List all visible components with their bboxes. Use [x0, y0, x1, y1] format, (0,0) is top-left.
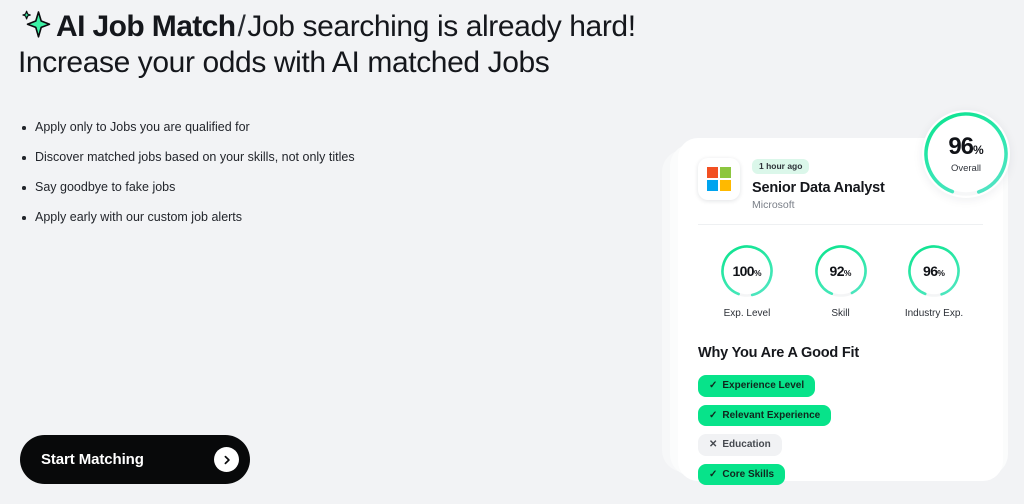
fit-chip-label: Experience Level — [722, 380, 805, 391]
check-icon: ✓ — [709, 468, 718, 480]
score-label: Industry Exp. — [904, 308, 964, 319]
score-value: 92% — [829, 263, 852, 279]
progress-ring-icon: 96% — [906, 243, 962, 299]
score-value: 96% — [923, 263, 945, 279]
fit-chip-label: Relevant Experience — [722, 409, 821, 421]
title-separator: / — [237, 10, 246, 43]
card-divider — [698, 224, 983, 225]
posted-time-badge: 1 hour ago — [752, 159, 810, 174]
bullet-dot-icon — [22, 186, 26, 190]
good-fit-chip-list: ✓ Experience Level ✓ Relevant Experience… — [698, 375, 983, 485]
score-ring-industry-exp: 96% Industry Exp. — [891, 243, 977, 319]
score-label: Exp. Level — [723, 308, 771, 319]
progress-ring-icon: 100% — [719, 243, 775, 299]
fit-chip-experience-level: ✓ Experience Level — [698, 375, 816, 397]
list-item: Discover matched jobs based on your skil… — [20, 150, 355, 165]
start-matching-button[interactable]: Start Matching — [20, 435, 250, 484]
start-matching-label: Start Matching — [41, 451, 144, 468]
fit-chip-label: Core Skills — [722, 468, 775, 480]
fit-chip-education: ✕ Education — [698, 434, 782, 456]
score-ring-skill: 92% Skill — [798, 243, 884, 319]
score-ring-exp-level: 100% Exp. Level — [704, 243, 790, 319]
score-value: 100% — [732, 263, 762, 279]
microsoft-logo-icon — [698, 158, 740, 200]
page-title: AI Job Match/Job searching is already ha… — [18, 8, 698, 81]
check-icon: ✓ — [709, 409, 718, 421]
fit-chip-core-skills: ✓ Core Skills — [698, 463, 786, 485]
job-company: Microsoft — [752, 198, 795, 211]
feature-list: Apply only to Jobs you are qualified for… — [20, 120, 355, 240]
list-item: Say goodbye to fake jobs — [20, 180, 355, 195]
fit-chip-label: Education — [722, 439, 771, 450]
overall-score-value: 96% — [948, 132, 984, 160]
progress-ring-icon: 92% — [813, 243, 869, 299]
list-item: Apply only to Jobs you are qualified for — [20, 120, 355, 135]
bullet-dot-icon — [22, 156, 26, 160]
list-item-label: Discover matched jobs based on your skil… — [35, 150, 355, 164]
list-item-label: Apply only to Jobs you are qualified for — [35, 120, 250, 134]
overall-score-caption: Overall — [950, 162, 982, 174]
good-fit-heading: Why You Are A Good Fit — [698, 345, 859, 361]
bullet-dot-icon — [22, 216, 26, 220]
overall-score-ring: 96% Overall — [922, 110, 1010, 198]
score-rings-group: 100% Exp. Level 92% Skill 96% Industry E… — [698, 243, 983, 319]
list-item-label: Apply early with our custom job alerts — [35, 210, 243, 224]
sparkle-icon — [18, 8, 52, 42]
score-label: Skill — [831, 308, 850, 319]
bullet-dot-icon — [22, 126, 26, 130]
list-item: Apply early with our custom job alerts — [20, 210, 355, 225]
chevron-right-icon — [214, 447, 239, 472]
list-item-label: Say goodbye to fake jobs — [35, 180, 176, 194]
brand-name: AI Job Match — [56, 10, 236, 43]
fit-chip-relevant-experience: ✓ Relevant Experience — [698, 404, 832, 426]
check-icon: ✓ — [709, 380, 718, 391]
cross-icon: ✕ — [709, 439, 718, 450]
